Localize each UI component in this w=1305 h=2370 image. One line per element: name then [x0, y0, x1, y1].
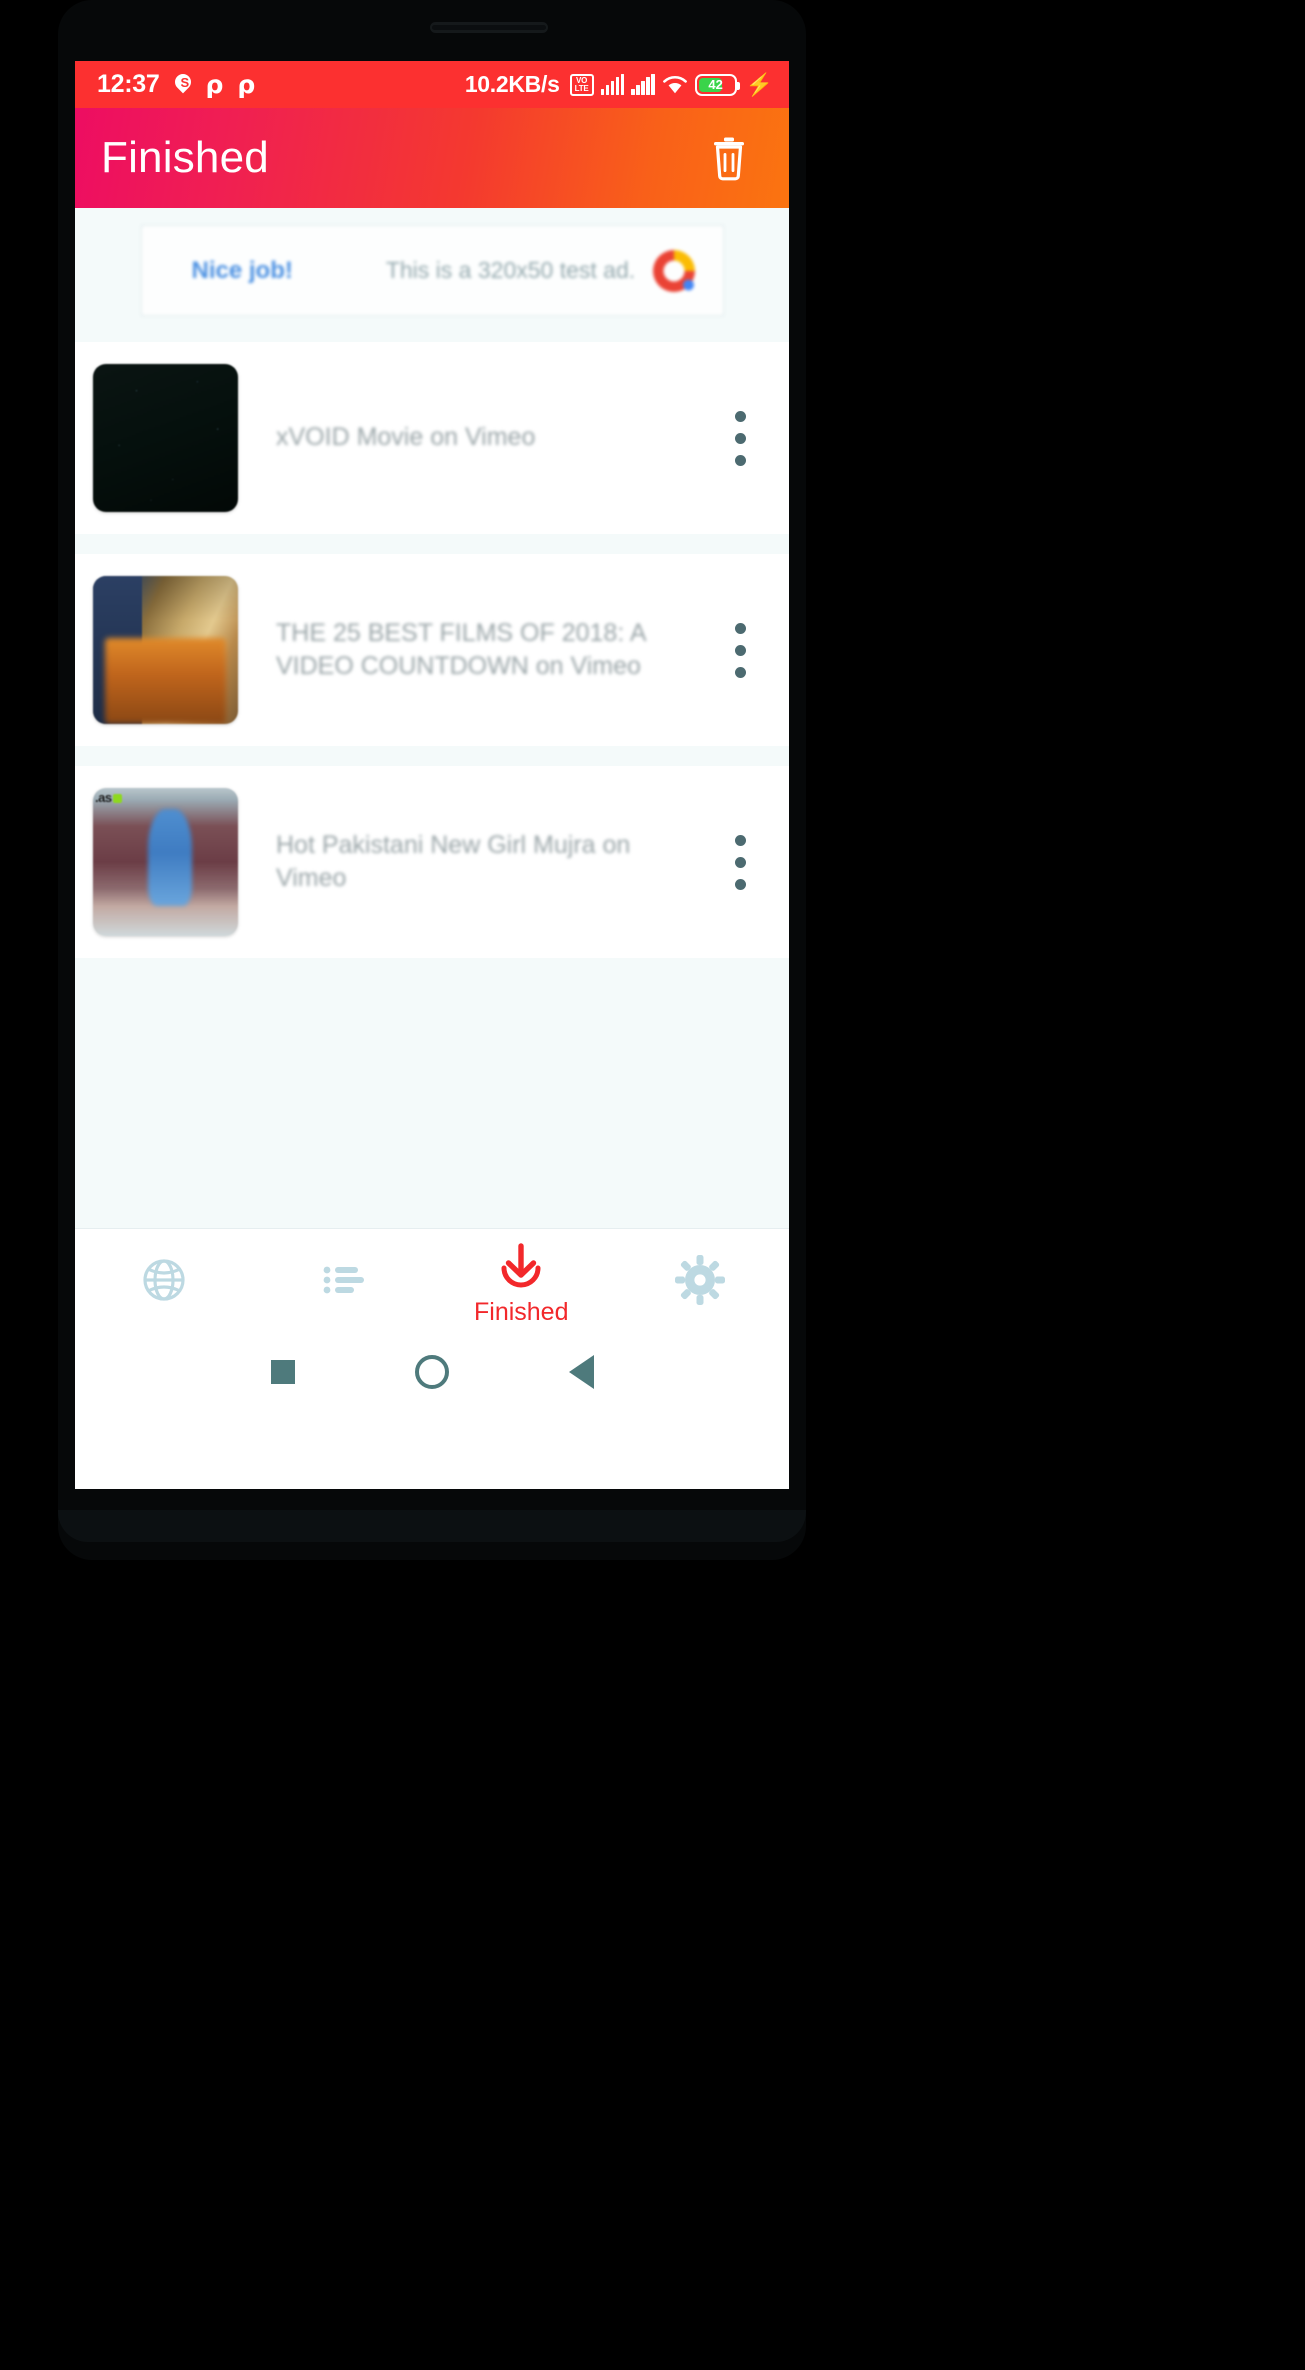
delete-all-button[interactable] — [707, 134, 751, 182]
kebab-dot — [734, 410, 746, 422]
tab-browser[interactable] — [75, 1229, 254, 1336]
lightning-bolt-icon: ⚡ — [745, 71, 773, 97]
tab-label-finished: Finished — [474, 1298, 569, 1326]
list-empty-space — [75, 958, 789, 1228]
globe-browser-icon — [143, 1258, 185, 1301]
ad-cta-text: Nice job! — [191, 256, 293, 284]
download-title: THE 25 BEST FILMS OF 2018: A VIDEO COUNT… — [276, 618, 646, 681]
status-bar-left: 12:37 S ρ ρ — [97, 70, 256, 99]
volte-line2: LTE — [574, 83, 589, 93]
download-arrow-icon — [501, 1243, 541, 1288]
screenshot-root: 12:37 S ρ ρ 10.2KB/s VO LTE 42 ⚡ Finishe… — [0, 0, 1305, 2370]
video-thumbnail — [93, 576, 238, 724]
kebab-dot — [734, 666, 746, 678]
row-overflow-menu-button[interactable] — [725, 622, 755, 678]
ad-body-text: This is a 320x50 test ad. — [385, 257, 636, 283]
google-ads-logo-icon — [647, 244, 701, 298]
download-title: xVOID Movie on Vimeo — [276, 423, 536, 452]
table-row[interactable]: xVOID Movie on Vimeo — [75, 342, 789, 534]
status-notification-icons: S ρ ρ — [172, 70, 256, 99]
signal-bars-icon — [600, 74, 625, 95]
thumbnail-badge: .as — [95, 790, 122, 805]
kebab-dot — [734, 644, 746, 656]
kebab-dot — [734, 622, 746, 634]
status-clock: 12:37 — [97, 70, 160, 98]
network-speed-label: 10.2KB/s — [464, 71, 560, 97]
test-ad-banner[interactable]: Nice job! This is a 320x50 test ad. — [140, 225, 724, 316]
kebab-dot — [734, 834, 746, 846]
row-overflow-menu-button[interactable] — [725, 834, 755, 890]
video-thumbnail — [93, 364, 238, 512]
earpiece-speaker — [430, 22, 548, 33]
square-recents-icon[interactable] — [270, 1360, 295, 1384]
gear-settings-icon — [674, 1254, 725, 1305]
status-bar: 12:37 S ρ ρ 10.2KB/s VO LTE 42 ⚡ — [75, 61, 789, 108]
kebab-dot — [734, 856, 746, 868]
status-bar-right: 10.2KB/s VO LTE 42 ⚡ — [465, 71, 773, 98]
battery-percent-label: 42 — [708, 77, 723, 92]
rho-icon: ρ — [237, 70, 256, 99]
list-downloading-icon — [323, 1266, 364, 1293]
trash-icon — [714, 137, 744, 181]
app-bar: Finished — [75, 108, 789, 208]
row-overflow-menu-button[interactable] — [725, 410, 755, 466]
tab-downloading[interactable] — [254, 1229, 433, 1336]
download-title: Hot Pakistani New Girl Mujra on Vimeo — [276, 830, 631, 893]
finished-downloads-list: xVOID Movie on Vimeo THE 25 BEST FILMS O… — [75, 342, 789, 1228]
phone-screen: 12:37 S ρ ρ 10.2KB/s VO LTE 42 ⚡ Finishe… — [75, 61, 789, 1489]
kebab-dot — [734, 878, 746, 890]
triangle-back-icon[interactable] — [568, 1355, 594, 1389]
page-title: Finished — [101, 133, 269, 182]
table-row[interactable]: .as Hot Pakistani New Girl Mujra on Vime… — [75, 766, 789, 958]
thumbnail-badge-text: .as — [95, 790, 112, 805]
tab-finished[interactable]: Finished — [432, 1229, 611, 1336]
tab-settings[interactable] — [611, 1229, 790, 1336]
table-row[interactable]: THE 25 BEST FILMS OF 2018: A VIDEO COUNT… — [75, 554, 789, 746]
device-bottom-bezel — [58, 1510, 806, 1542]
video-thumbnail: .as — [93, 788, 238, 936]
kebab-dot — [734, 432, 746, 444]
earpiece-grille — [432, 25, 546, 30]
android-navigation-bar — [75, 1336, 789, 1408]
location-pin-s-icon: S — [172, 70, 195, 96]
ad-banner-zone: Nice job! This is a 320x50 test ad. — [75, 208, 789, 342]
wifi-icon — [662, 75, 688, 95]
kebab-dot — [734, 454, 746, 466]
rho-icon: ρ — [205, 70, 224, 99]
bottom-tab-bar: Finished — [75, 1228, 789, 1336]
volte-icon: VO LTE — [569, 73, 594, 96]
signal-bars-icon — [631, 74, 655, 95]
circle-home-icon[interactable] — [414, 1355, 449, 1389]
battery-icon: 42 — [694, 73, 740, 96]
